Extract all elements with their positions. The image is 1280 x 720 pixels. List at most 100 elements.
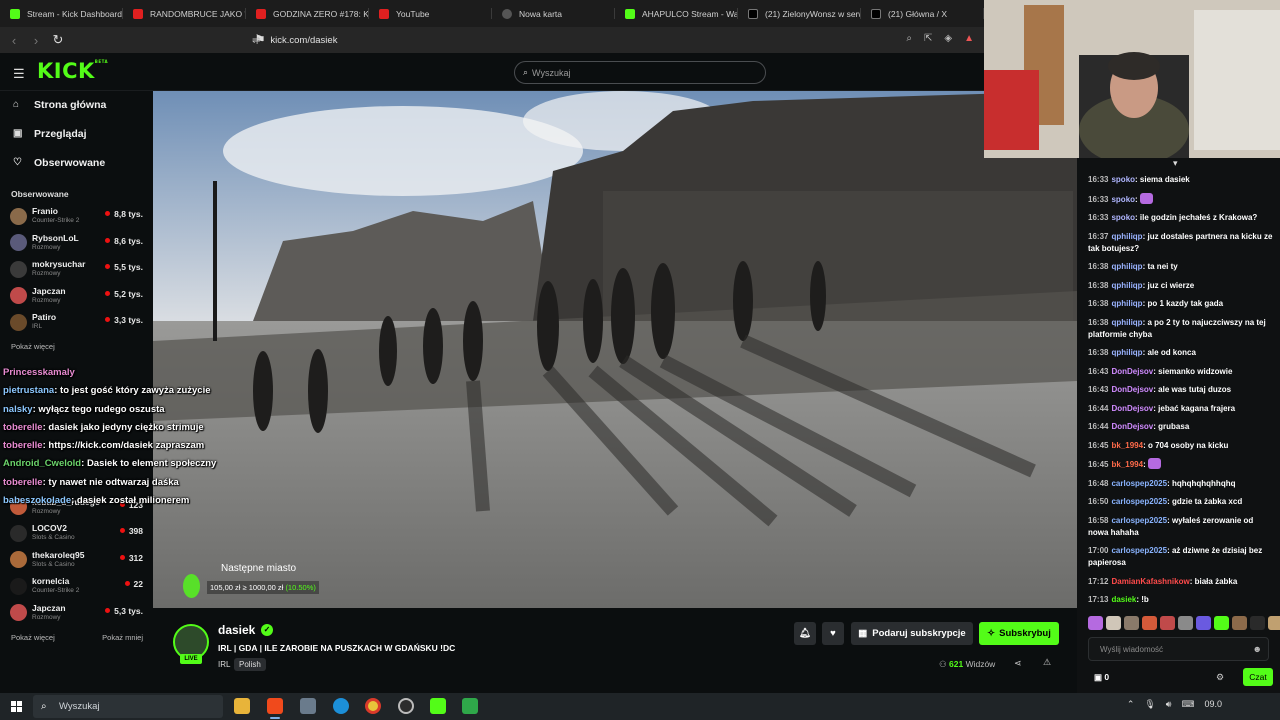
browser-tab[interactable]: GODZINA ZERO #178: KR — [246, 0, 369, 27]
windows-start-icon[interactable] — [11, 701, 22, 712]
clock[interactable]: 09.0 — [1204, 699, 1222, 710]
chat-username[interactable]: bk_1994 — [1111, 441, 1143, 450]
chat-username[interactable]: DamianKafashnikow — [1111, 577, 1189, 586]
emote-icon[interactable] — [1142, 616, 1157, 630]
gift-subscription-button[interactable]: ▦ Podaruj subskrypcje — [851, 622, 973, 645]
browser-tab[interactable]: Stream - Kick Dashboard — [0, 0, 123, 27]
chat-username[interactable]: DonDejsov — [1111, 422, 1153, 431]
chat-username[interactable]: DonDejsov — [1111, 367, 1153, 376]
heart-icon: ♡ — [13, 157, 22, 168]
followed-channel[interactable]: thekaroleq95 Slots & Casino 312 — [0, 547, 153, 574]
browser-tab[interactable]: RANDOMBRUCE JAKO "TO — [123, 0, 246, 27]
emote-icon[interactable] — [1160, 616, 1175, 630]
chat-input[interactable]: Wyślij wiadomość ☻ — [1088, 637, 1269, 661]
chat-username[interactable]: spoko — [1111, 175, 1135, 184]
followed-channel[interactable]: Franio Counter-Strike 2 8,8 tys. — [0, 203, 153, 230]
chat-username[interactable]: carlospep2025 — [1111, 479, 1167, 488]
address-bar[interactable]: ⇌ kick.com/dasiek — [242, 30, 984, 50]
category-tag[interactable]: IRL — [218, 660, 230, 669]
show-more-link-2[interactable]: Pokaż więcej — [11, 633, 55, 642]
channel-points[interactable]: ▣ 0 — [1094, 672, 1109, 683]
browser-tab[interactable]: YouTube — [369, 0, 492, 27]
chat-username[interactable]: qphiliqp — [1111, 281, 1142, 290]
followed-channel[interactable]: Patiro IRL 3,3 tys. — [0, 309, 153, 336]
chat-username[interactable]: qphiliqp — [1111, 232, 1142, 241]
sidebar-item-strona-g-wna[interactable]: ⌂ Strona główna — [0, 90, 153, 119]
followed-channel[interactable]: kornelcia Counter-Strike 2 22 — [0, 573, 153, 600]
brave-browser-icon[interactable] — [267, 698, 283, 719]
chat-username[interactable]: spoko — [1111, 213, 1135, 222]
chat-scroll-icon[interactable]: ▾ — [1173, 158, 1178, 169]
chat-username[interactable]: carlospep2025 — [1111, 497, 1167, 506]
emote-icon[interactable] — [1250, 616, 1265, 630]
browser-tab[interactable]: (21) ZielonyWonsz w serw — [738, 0, 861, 27]
chat-username[interactable]: qphiliqp — [1111, 299, 1142, 308]
emote-icon[interactable] — [1214, 616, 1229, 630]
search-input[interactable]: ⌕ Wyszukaj — [514, 61, 766, 84]
browser-tab[interactable]: AHAPULCO Stream - Watc — [615, 0, 738, 27]
emote-icon[interactable] — [1232, 616, 1247, 630]
sidebar-item-obserwowane[interactable]: ♡ Obserwowane — [0, 148, 153, 177]
app-icon[interactable] — [300, 698, 316, 714]
browser-tab[interactable]: (21) Główna / X — [861, 0, 984, 27]
reload-icon[interactable]: ↻ — [50, 32, 66, 48]
send-chat-button[interactable]: Czat — [1243, 668, 1273, 686]
sidebar-item-przegl-daj[interactable]: ▣ Przeglądaj — [0, 119, 153, 148]
show-more-link[interactable]: Pokaż więcej — [0, 336, 153, 358]
kick-logo[interactable]: KICKBETA — [37, 59, 108, 83]
emote-icon[interactable] — [1196, 616, 1211, 630]
network-icon[interactable]: ⌨ — [1181, 699, 1194, 710]
show-less-link[interactable]: Pokaż mniej — [102, 633, 143, 642]
chat-username[interactable]: qphiliqp — [1111, 348, 1142, 357]
chat-username[interactable]: qphiliqp — [1111, 318, 1142, 327]
edge-icon[interactable] — [333, 698, 349, 714]
chat-username[interactable]: bk_1994 — [1111, 460, 1143, 469]
zoom-icon[interactable]: ⌕ — [906, 33, 912, 44]
chat-username[interactable]: spoko — [1111, 195, 1135, 204]
brave-shield-icon[interactable]: ◈ — [944, 33, 952, 44]
emote-icon[interactable] — [1178, 616, 1193, 630]
video-player[interactable] — [153, 91, 1077, 608]
chat-username[interactable]: carlospep2025 — [1111, 546, 1167, 555]
chevron-up-icon[interactable]: ⌃ — [1127, 699, 1135, 710]
followed-channel[interactable]: mokrysuchar Rozmowy 5,5 tys. — [0, 256, 153, 283]
volume-icon[interactable]: 🔊︎ — [1166, 699, 1172, 710]
kick-app-icon[interactable] — [430, 698, 446, 714]
chat-username[interactable]: DonDejsov — [1111, 404, 1153, 413]
follow-button[interactable]: ♥ — [822, 622, 844, 645]
followed-channel[interactable]: Japczan Rozmowy 5,3 tys. — [0, 600, 153, 627]
emote-icon[interactable] — [1106, 616, 1121, 630]
rewards-icon[interactable]: ▲ — [964, 33, 974, 44]
chat-settings-icon[interactable]: ⚙ — [1216, 672, 1224, 683]
emote-icon[interactable] — [1124, 616, 1139, 630]
followed-channel[interactable]: Japczan Rozmowy 5,2 tys. — [0, 283, 153, 310]
microphone-icon[interactable]: 🎙︎ — [1144, 699, 1155, 710]
chat-username[interactable]: DonDejsov — [1111, 385, 1153, 394]
site-info-icon[interactable]: ⇌ — [252, 35, 260, 46]
emote-icon[interactable] — [1268, 616, 1280, 630]
browser-tab[interactable]: Nowa karta — [492, 0, 615, 27]
followed-channel[interactable]: RybsonLoL Rozmowy 8,6 tys. — [0, 230, 153, 257]
share-page-icon[interactable]: ⇱ — [924, 33, 932, 44]
streamlabs-icon[interactable] — [462, 698, 478, 714]
taskbar-search[interactable]: ⌕ Wyszukaj — [33, 695, 223, 718]
menu-icon[interactable]: ☰ — [13, 66, 25, 82]
followed-channel[interactable]: LOCOV2 Slots & Casino 398 — [0, 520, 153, 547]
streamer-name[interactable]: dasiek — [218, 623, 255, 637]
chrome-icon[interactable] — [365, 698, 381, 714]
obs-icon[interactable] — [398, 698, 414, 714]
language-tag[interactable]: Polish — [234, 658, 266, 671]
chat-username[interactable]: dasiek — [1111, 595, 1136, 604]
forward-icon[interactable]: › — [28, 33, 44, 48]
emote-icon[interactable] — [1088, 616, 1103, 630]
report-icon[interactable]: ⚠ — [1043, 657, 1051, 668]
file-explorer-icon[interactable] — [234, 698, 250, 714]
back-icon[interactable]: ‹ — [6, 33, 22, 48]
share-icon[interactable]: ⋖ — [1014, 658, 1022, 669]
chat-username[interactable]: qphiliqp — [1111, 262, 1142, 271]
emoji-icon[interactable]: ☻ — [1253, 644, 1262, 654]
subscribe-button[interactable]: ✧ Subskrybuj — [979, 622, 1059, 645]
overlay-chat-text: Dasiek to element społeczny — [86, 458, 217, 470]
notification-bell-button[interactable]: 🔔︎ — [794, 622, 816, 645]
chat-username[interactable]: carlospep2025 — [1111, 516, 1167, 525]
